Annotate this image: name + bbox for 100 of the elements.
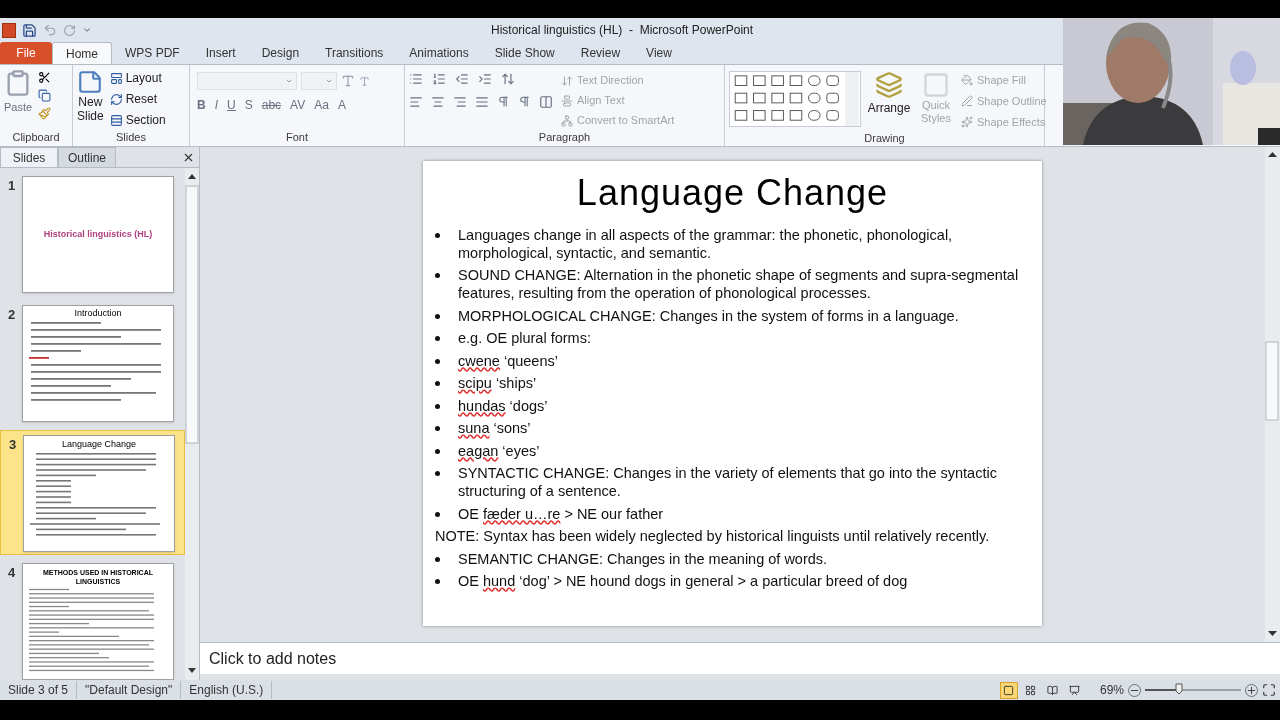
increase-indent-icon[interactable] (478, 72, 492, 86)
font-format-button[interactable]: I (214, 96, 218, 114)
view-button[interactable] (999, 681, 1018, 699)
bullet-icon (435, 403, 440, 409)
fit-to-window-icon[interactable] (1262, 683, 1276, 697)
shapes-gallery[interactable] (729, 71, 861, 127)
font-format-button[interactable]: U (227, 96, 236, 114)
ribbon-tab[interactable]: View (633, 42, 685, 64)
bullet-text: SOUND CHANGE: Alternation in the phonetic shape of segments and supra-segmental features, resulting from the operation of phonological processes. (458, 266, 1020, 302)
close-icon[interactable] (182, 151, 195, 164)
ribbon-tab[interactable]: Review (567, 42, 634, 64)
zoom-slider-thumb[interactable] (1174, 683, 1183, 695)
decrease-indent-icon[interactable] (455, 72, 469, 86)
scrollbar[interactable] (185, 168, 199, 680)
slide-number: 2 (8, 306, 16, 324)
pilcrow-icon[interactable] (497, 95, 510, 108)
font-format-button[interactable]: S (244, 96, 253, 114)
columns-icon[interactable] (539, 95, 553, 109)
slides-menu-button[interactable]: Reset (109, 90, 166, 108)
pane-tab[interactable]: Slides (0, 147, 58, 167)
bullet-text: OE fæder u…re > NE our father (458, 504, 664, 523)
slide-counter: Slide 3 of 5 (0, 681, 78, 699)
slide-number: 1 (8, 177, 16, 195)
copy-icon[interactable] (38, 89, 52, 102)
app-icon (2, 22, 16, 38)
ribbon-tab[interactable]: Animations (396, 42, 482, 64)
font-format-button[interactable]: B (197, 96, 206, 114)
slide-thumbnail-row[interactable]: 3 Language Change (0, 430, 185, 555)
align-right-icon[interactable] (453, 95, 467, 109)
notes-placeholder[interactable]: Click to add notes (209, 646, 337, 671)
bullet-text: OE hund ‘dog’ > NE hound dogs in general > a particular breed of dog (458, 572, 908, 590)
ribbon-tab[interactable]: Home (52, 42, 112, 64)
align-text-icon (561, 94, 573, 107)
pilcrow-icon[interactable] (518, 95, 531, 108)
font-format-button[interactable]: abc (261, 96, 282, 114)
slide-number: 3 (9, 436, 17, 454)
format-painter-icon[interactable] (38, 107, 52, 120)
square-icon (922, 71, 950, 99)
bullet-text: scipu ‘ships’ (458, 374, 537, 392)
font-format-button[interactable]: Aa (314, 96, 329, 114)
bullets-icon[interactable] (409, 72, 423, 86)
zoom-level[interactable]: 69% (1099, 681, 1124, 699)
align-left-icon[interactable] (409, 95, 423, 109)
redo-icon[interactable] (63, 23, 76, 37)
font-format-button[interactable]: AV (290, 96, 306, 114)
group-label: Drawing (863, 131, 906, 146)
arrange-button[interactable]: Arrange (867, 71, 911, 131)
paint-bucket-icon (961, 74, 973, 86)
language-label[interactable]: English (U.S.) (181, 681, 273, 699)
scrollbar[interactable] (1265, 147, 1280, 642)
bullet-text: Languages change in all aspects of the grammar: the phonetic, phonological, morphological, syntactic, and semantic. (458, 225, 954, 262)
new-slide-button[interactable]: New Slide (77, 69, 104, 130)
customize-icon[interactable] (82, 25, 92, 35)
font-name-field[interactable] (197, 72, 297, 90)
slide-thumbnail[interactable]: Introduction (22, 305, 174, 422)
theme-name[interactable]: "Default Design" (77, 681, 182, 699)
slide-thumbnail-row[interactable]: 2 Introduction (0, 301, 185, 426)
slides-menu-button[interactable]: Section (109, 111, 166, 129)
bullet-text: MORPHOLOGICAL CHANGE: Changes in the system of forms in a language. (458, 306, 959, 325)
ribbon-tab[interactable]: Slide Show (481, 42, 568, 64)
new-slide-icon (77, 69, 104, 95)
justify-icon[interactable] (475, 95, 489, 109)
font-size-field[interactable] (301, 72, 337, 90)
ribbon-tab[interactable]: WPS PDF (112, 42, 193, 64)
group-label: Font (285, 130, 309, 145)
layout-icon (109, 71, 123, 85)
bullet-icon (435, 426, 440, 431)
shrink-font-icon[interactable] (359, 75, 370, 87)
grow-font-icon[interactable] (341, 74, 355, 88)
bullet-text: suna ‘sons’ (458, 419, 531, 437)
line-spacing-icon[interactable] (501, 72, 515, 86)
font-format-button[interactable]: A (337, 96, 346, 114)
slide-thumbnail-row[interactable]: 1 Historical linguistics (HL) (0, 172, 185, 297)
bullet-icon (435, 381, 440, 386)
paste-button[interactable]: Paste (4, 69, 33, 130)
slides-menu-button[interactable]: Layout (109, 69, 166, 87)
layers-icon (875, 71, 903, 99)
text-direction-icon (561, 74, 573, 87)
save-icon[interactable] (22, 22, 37, 38)
slide-thumbnail[interactable]: Language Change (23, 435, 175, 552)
slide-thumbnail[interactable]: Historical linguistics (HL) (22, 176, 174, 293)
pane-tab[interactable]: Outline (58, 147, 116, 167)
cut-icon[interactable] (38, 71, 52, 84)
numbering-icon[interactable] (432, 72, 446, 86)
file-tab[interactable]: File (0, 42, 52, 64)
bullet-icon (435, 579, 440, 584)
group-label: Paragraph (537, 130, 592, 145)
bullet-text: SYNTACTIC CHANGE: Changes in the variety of elements that go into the syntactic structuring of a sentence. (458, 464, 998, 500)
ribbon-tab[interactable]: Transitions (312, 42, 397, 64)
ribbon-tab[interactable]: Design (248, 42, 313, 64)
ribbon-tab[interactable]: Insert (192, 42, 249, 64)
bullet-icon (435, 336, 440, 341)
align-center-icon[interactable] (431, 95, 445, 109)
bullet-icon (435, 273, 440, 278)
bullet-icon (435, 511, 440, 517)
dropdown-icon (285, 77, 293, 85)
undo-icon[interactable] (43, 23, 57, 37)
bullet-text: e.g. OE plural forms: (458, 329, 591, 347)
bullet-icon (435, 313, 440, 319)
slide-title: Language Change (575, 171, 890, 215)
